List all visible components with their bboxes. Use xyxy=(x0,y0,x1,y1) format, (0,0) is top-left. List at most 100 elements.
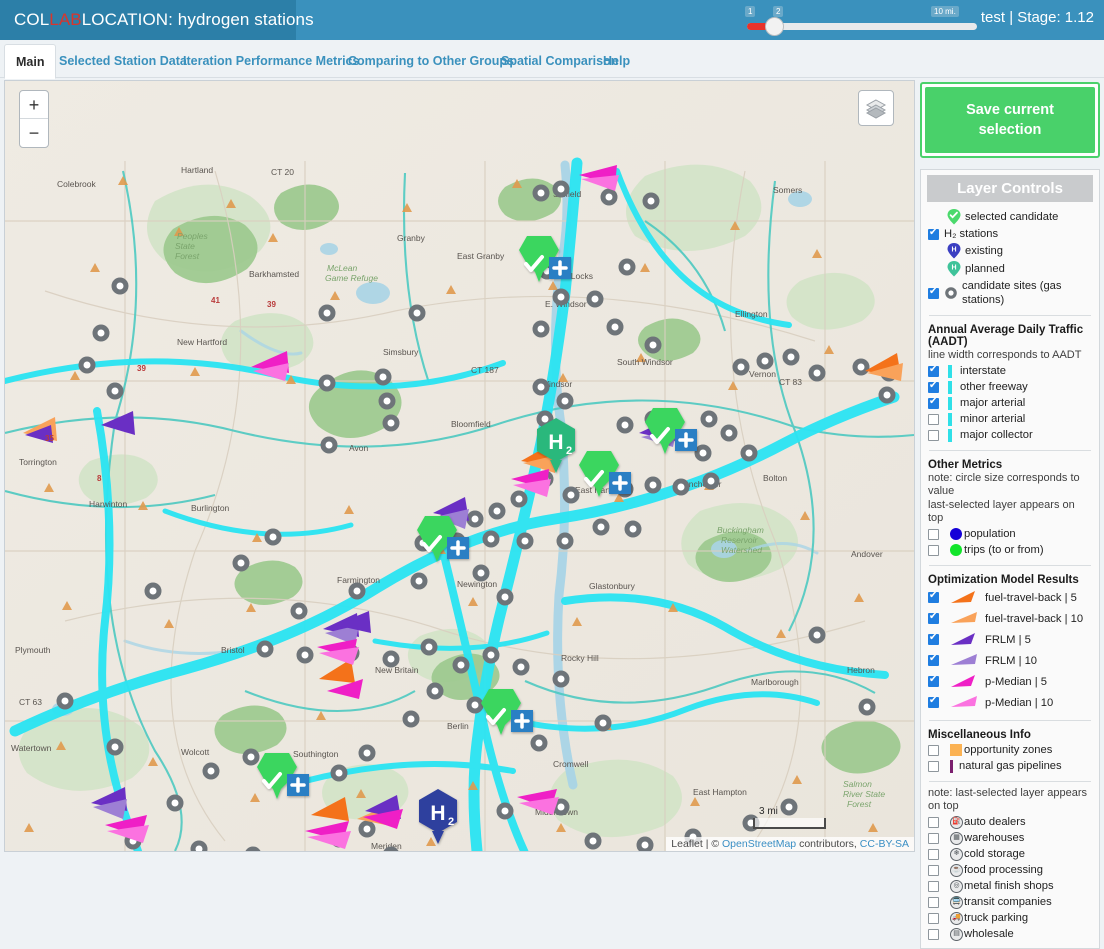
optimization-row-frlm-5[interactable]: FRLM | 5 xyxy=(921,629,1099,650)
svg-text:Bolton: Bolton xyxy=(763,473,787,483)
license-link[interactable]: CC-BY-SA xyxy=(860,838,909,850)
road-line-swatch xyxy=(948,380,952,394)
aadt-row-minor-arterial[interactable]: minor arterial xyxy=(921,411,1099,427)
layer-row-candidate-sites-gas-stations[interactable]: candidate sites (gas stations) xyxy=(921,278,1099,308)
blue-h2-pin-icon: H xyxy=(947,243,961,259)
optimization-row-p-median-5[interactable]: p-Median | 5 xyxy=(921,671,1099,692)
checkbox-frlm-10[interactable] xyxy=(928,653,939,666)
layer-row-selected-candidate[interactable]: selected candidate xyxy=(921,208,1099,226)
checkbox-transit-companies[interactable] xyxy=(928,896,939,908)
circle-swatch xyxy=(950,528,962,540)
layer-row-existing[interactable]: Hexisting xyxy=(921,242,1099,260)
swatch xyxy=(949,653,979,668)
misc-row-natural-gas-pipelines[interactable]: natural gas pipelines xyxy=(921,758,1099,774)
checkbox-major-arterial[interactable] xyxy=(928,396,939,409)
save-current-selection-button[interactable]: Save current selection xyxy=(925,87,1095,153)
layer-row-h-stations[interactable]: H₂ stations xyxy=(921,226,1099,242)
optimization-row-p-median-10[interactable]: p-Median | 10 xyxy=(921,692,1099,713)
svg-text:Simsbury: Simsbury xyxy=(383,347,419,357)
osm-link[interactable]: OpenStreetMap xyxy=(722,838,796,850)
map-zoom-control[interactable]: + − xyxy=(19,90,49,148)
aadt-label: interstate xyxy=(960,365,1007,377)
road-line-swatch xyxy=(948,396,952,410)
checkbox-warehouses[interactable] xyxy=(928,832,939,844)
checkbox-population[interactable] xyxy=(928,528,939,540)
zoom-in-button[interactable]: + xyxy=(20,91,48,119)
cold-storage-icon: ❄ xyxy=(950,847,963,861)
checkbox-wholesale[interactable] xyxy=(928,928,939,940)
svg-text:Rocky Hill: Rocky Hill xyxy=(561,653,599,663)
layer-row-planned[interactable]: Hplanned xyxy=(921,260,1099,278)
checkbox-truck-parking[interactable] xyxy=(928,912,939,924)
checkbox-interstate[interactable] xyxy=(928,364,939,377)
svg-text:Glastonbury: Glastonbury xyxy=(589,581,636,591)
attribution-mid: contributors, xyxy=(796,838,860,850)
app-title-highlight: LAB xyxy=(49,10,82,29)
aadt-row-interstate[interactable]: interstate xyxy=(921,363,1099,379)
checkbox-opportunity-zones[interactable] xyxy=(928,744,939,756)
poi-row-transit-companies[interactable]: 🚍 transit companies xyxy=(921,894,1099,910)
checkbox-minor-arterial[interactable] xyxy=(928,413,939,425)
tab-label: Main xyxy=(16,54,45,69)
misc-row-opportunity-zones[interactable]: opportunity zones xyxy=(921,742,1099,758)
map-container[interactable]: ColebrookHartland CT 20Somers SuffieldGr… xyxy=(4,80,915,852)
divider xyxy=(929,720,1091,721)
metric-row-population[interactable]: population xyxy=(921,526,1099,542)
other-metrics-title: Other Metrics xyxy=(928,459,1003,471)
distance-slider[interactable]: 1 2 10 mi. xyxy=(735,6,985,36)
optimization-row-frlm-10[interactable]: FRLM | 10 xyxy=(921,650,1099,671)
optimization-row-fuel-travel-back-10[interactable]: fuel-travel-back | 10 xyxy=(921,608,1099,629)
poi-row-auto-dealers[interactable]: ⛽ auto dealers xyxy=(921,814,1099,830)
svg-text:H: H xyxy=(951,247,956,254)
map-canvas[interactable]: ColebrookHartland CT 20Somers SuffieldGr… xyxy=(5,81,914,851)
aadt-list: interstate other freeway major arterial min… xyxy=(921,363,1099,443)
checkbox-cold-storage[interactable] xyxy=(928,848,939,860)
checkbox-trips-to-or-from[interactable] xyxy=(928,544,939,556)
svg-text:Harwinton: Harwinton xyxy=(89,499,128,509)
checkbox-fuel-travel-back-10[interactable] xyxy=(928,611,939,624)
checkbox-other-freeway[interactable] xyxy=(928,380,939,393)
poi-row-cold-storage[interactable]: ❄ cold storage xyxy=(921,846,1099,862)
checkbox-metal-finish-shops[interactable] xyxy=(928,880,939,892)
metric-label: trips (to or from) xyxy=(964,544,1044,556)
zoom-out-button[interactable]: − xyxy=(20,119,48,147)
checkbox-p-median-10[interactable] xyxy=(928,695,939,708)
other-metrics-list: population trips (to or from) xyxy=(921,526,1099,558)
aadt-label: other freeway xyxy=(960,381,1028,393)
checkbox-p-median-5[interactable] xyxy=(928,674,939,687)
checkbox-major-collector[interactable] xyxy=(928,429,939,441)
checkbox-fuel-travel-back-5[interactable] xyxy=(928,590,939,603)
metric-row-trips-to-or-from[interactable]: trips (to or from) xyxy=(921,542,1099,558)
aadt-row-major-arterial[interactable]: major arterial xyxy=(921,395,1099,411)
aadt-row-other-freeway[interactable]: other freeway xyxy=(921,379,1099,395)
station-layers-group: selected candidateH₂ stationsHexistingHp… xyxy=(921,208,1099,308)
svg-text:Somers: Somers xyxy=(773,185,802,195)
checkbox-h-stations[interactable] xyxy=(928,227,939,240)
poi-label: transit companies xyxy=(964,896,1052,908)
svg-text:H: H xyxy=(430,802,445,825)
aadt-row-major-collector[interactable]: major collector xyxy=(921,427,1099,443)
poi-row-wholesale[interactable]: ▤ wholesale xyxy=(921,926,1099,942)
checkbox-candidate-sites-gas-stations[interactable] xyxy=(928,286,939,299)
tab-help[interactable]: Help xyxy=(592,44,641,78)
checkbox-frlm-5[interactable] xyxy=(928,632,939,645)
svg-text:8: 8 xyxy=(97,474,102,483)
checkbox-auto-dealers[interactable] xyxy=(928,816,939,828)
poi-row-truck-parking[interactable]: 🚚 truck parking xyxy=(921,910,1099,926)
save-button-line1: Save current xyxy=(966,102,1054,118)
misc-label: opportunity zones xyxy=(964,744,1053,756)
gray-ring-icon xyxy=(945,287,957,299)
svg-text:CT 83: CT 83 xyxy=(779,377,802,387)
optimization-row-fuel-travel-back-5[interactable]: fuel-travel-back | 5 xyxy=(921,587,1099,608)
checkbox-natural-gas-pipelines[interactable] xyxy=(928,760,939,772)
svg-text:East Hampton: East Hampton xyxy=(693,787,747,797)
poi-row-metal-finish-shops[interactable]: ◎ metal finish shops xyxy=(921,878,1099,894)
poi-row-warehouses[interactable]: ▦ warehouses xyxy=(921,830,1099,846)
map-layers-button[interactable] xyxy=(858,90,894,126)
swatch xyxy=(949,695,979,710)
checkbox-food-processing[interactable] xyxy=(928,864,939,876)
slider-handle[interactable] xyxy=(765,17,784,36)
app-title-post: LOCATION: hydrogen stations xyxy=(81,10,314,29)
poi-row-food-processing[interactable]: ☕ food processing xyxy=(921,862,1099,878)
right-column: Save current selection Layer Controls se… xyxy=(920,82,1100,949)
